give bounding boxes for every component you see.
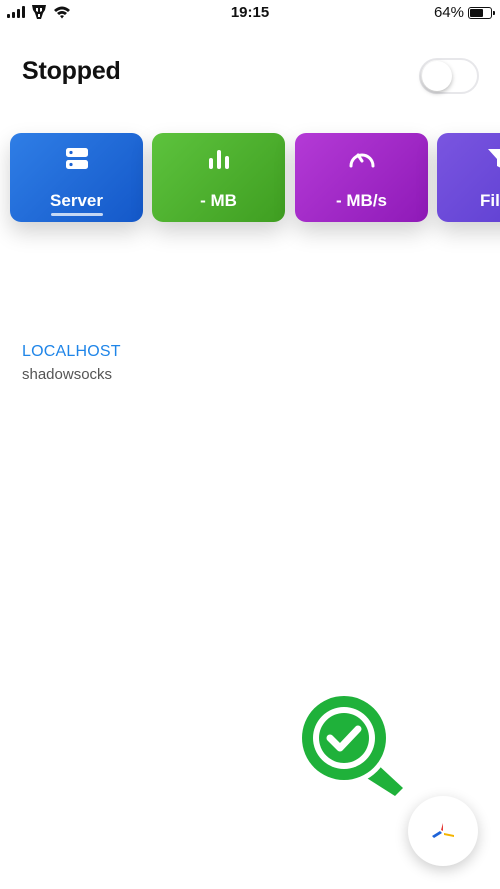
card-server[interactable]: Server — [10, 133, 143, 222]
card-speed[interactable]: - MB/s — [295, 133, 428, 222]
status-right: 64% — [433, 4, 495, 21]
server-name: LOCALHOST — [22, 343, 121, 360]
verified-check-icon — [297, 691, 406, 801]
cards-carousel[interactable]: Server - MB - MB/s Fil — [0, 133, 500, 233]
vpn-toggle[interactable] — [419, 58, 479, 94]
selected-indicator — [51, 213, 103, 216]
app-logo-icon — [432, 823, 454, 838]
card-data-usage[interactable]: - MB — [152, 133, 285, 222]
battery-percent: 64% — [433, 4, 464, 21]
toggle-knob — [422, 61, 452, 91]
speedometer-icon — [295, 148, 428, 170]
filter-icon — [437, 148, 500, 170]
card-filter[interactable]: Fil — [437, 133, 500, 222]
page-title: Stopped — [22, 57, 121, 85]
server-list-item[interactable]: LOCALHOST shadowsocks — [22, 343, 322, 383]
fab-button[interactable] — [408, 796, 478, 866]
server-icon — [10, 148, 143, 170]
server-type: shadowsocks — [22, 366, 113, 383]
bar-chart-icon — [152, 148, 285, 170]
battery-icon — [468, 6, 495, 19]
card-speed-label: - MB/s — [336, 191, 387, 210]
card-filter-label: Fil — [480, 191, 500, 210]
card-data-label: - MB — [200, 191, 237, 210]
status-time: 19:15 — [230, 4, 270, 21]
card-server-label: Server — [50, 191, 103, 210]
status-bar: 19:15 64% — [0, 0, 500, 26]
screen: 19:15 64% Stopped Server - MB - MB/s Fil… — [0, 0, 500, 889]
